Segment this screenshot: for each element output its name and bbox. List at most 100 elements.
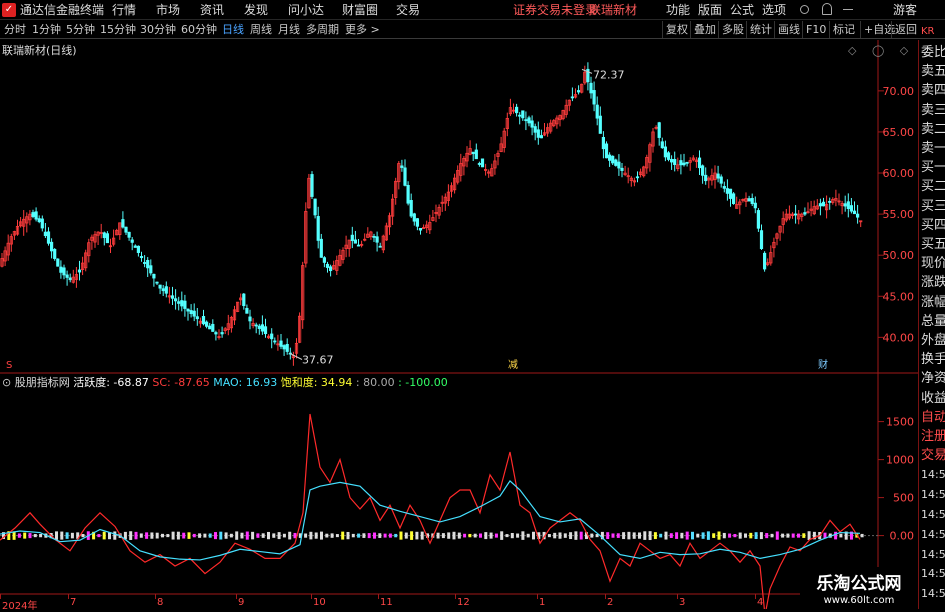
candle-body xyxy=(663,146,668,158)
candle-body xyxy=(158,284,162,289)
side-panel-item[interactable]: 14:56 xyxy=(921,565,945,583)
date-tick xyxy=(155,594,156,599)
bell-icon[interactable] xyxy=(822,3,832,15)
side-panel-item[interactable]: 收益 xyxy=(921,390,945,408)
side-panel-item[interactable]: 委比 xyxy=(921,44,945,62)
period-daily[interactable]: 日线 xyxy=(222,20,244,39)
candle-body xyxy=(208,325,212,330)
indicator-bar xyxy=(807,531,811,540)
adjust-button[interactable]: 复权 xyxy=(662,21,691,38)
side-panel-item[interactable]: 注册 xyxy=(921,428,945,446)
candle-body xyxy=(204,321,209,327)
indicator-collapse-icon[interactable]: ⊙ xyxy=(2,376,11,389)
side-panel-item[interactable]: 总量 xyxy=(921,313,945,331)
candle-body xyxy=(821,201,826,207)
indicator-bar xyxy=(484,532,488,540)
side-panel-item[interactable]: 14:56 xyxy=(921,526,945,544)
menu-formula[interactable]: 公式 xyxy=(730,0,754,20)
side-panel-item[interactable]: 涨幅 xyxy=(921,294,945,312)
indicator-bar xyxy=(129,531,133,540)
indicator-bar xyxy=(203,533,207,538)
watermark-url: www.60lt.com xyxy=(823,595,895,606)
side-panel-item[interactable]: 卖四 xyxy=(921,82,945,100)
menu-news[interactable]: 资讯 xyxy=(200,0,224,20)
side-panel-item[interactable]: 买五 xyxy=(921,236,945,254)
side-panel-item[interactable]: 买二 xyxy=(921,178,945,196)
side-panel-item[interactable]: 换手 xyxy=(921,351,945,369)
period-weekly[interactable]: 周线 xyxy=(250,20,272,39)
guest-label[interactable]: 游客 xyxy=(893,0,917,20)
side-panel-item[interactable]: 外盘 xyxy=(921,332,945,350)
indicator-bar xyxy=(489,532,493,539)
candle-body xyxy=(403,167,407,186)
period-monthly[interactable]: 月线 xyxy=(278,20,300,39)
candle-body xyxy=(177,301,181,304)
side-panel-item[interactable]: 14:56 xyxy=(921,486,945,504)
period-1min[interactable]: 1分钟 xyxy=(32,20,61,39)
menu-market[interactable]: 市场 xyxy=(156,0,180,20)
period-60min[interactable]: 60分钟 xyxy=(181,20,217,39)
side-panel-item[interactable]: 卖三 xyxy=(921,102,945,120)
side-panel-item[interactable]: 卖一 xyxy=(921,140,945,158)
stats-button[interactable]: 统计 xyxy=(746,21,775,38)
side-panel-item[interactable]: 14:56 xyxy=(921,546,945,564)
side-panel-item[interactable]: 买三 xyxy=(921,198,945,216)
menu-ask[interactable]: 问小达 xyxy=(288,0,324,20)
period-30min[interactable]: 30分钟 xyxy=(140,20,176,39)
side-panel-item[interactable]: 买四 xyxy=(921,217,945,235)
side-panel-item[interactable]: 涨跌 xyxy=(921,274,945,292)
candle-body xyxy=(524,119,528,122)
low-label: 37.67 xyxy=(302,353,334,366)
chart-canvas[interactable]: 72.3737.67S 减财70.0065.0060.0055.0050.0045… xyxy=(0,40,918,609)
candle-body xyxy=(480,158,485,168)
side-panel-item[interactable]: 买一 xyxy=(921,159,945,177)
f10-button[interactable]: F10 xyxy=(802,21,829,38)
period-more[interactable]: 更多 > xyxy=(345,20,380,39)
back-button[interactable]: 返回 xyxy=(891,21,920,38)
indicator-bar xyxy=(638,532,641,539)
period-5min[interactable]: 5分钟 xyxy=(66,20,95,39)
candle-body xyxy=(570,96,575,99)
indicator-bar xyxy=(532,531,535,540)
mark-button[interactable]: 标记 xyxy=(829,21,858,38)
menu-wealth[interactable]: 财富圈 xyxy=(342,0,378,20)
indicator-bar xyxy=(261,533,265,538)
period-intraday[interactable]: 分时 xyxy=(4,20,26,39)
side-panel-item[interactable]: 14:56 xyxy=(921,466,945,484)
date-tick-label: 4 xyxy=(757,597,764,608)
draw-button[interactable]: 画线 xyxy=(774,21,803,38)
side-panel-item[interactable]: 现价 xyxy=(921,255,945,273)
menu-layout[interactable]: 版面 xyxy=(698,0,722,20)
app-logo-icon: ✓ xyxy=(2,3,16,17)
candle-body xyxy=(378,245,382,248)
candle-body xyxy=(716,173,720,179)
indicator-bar xyxy=(463,533,467,538)
user-icon[interactable] xyxy=(800,5,809,14)
side-panel-item[interactable]: 卖二 xyxy=(921,121,945,139)
indicator-bar xyxy=(267,531,270,540)
side-panel-item[interactable]: 14:56 xyxy=(921,506,945,524)
period-15min[interactable]: 15分钟 xyxy=(100,20,136,39)
menu-options[interactable]: 选项 xyxy=(762,0,786,20)
candle-body xyxy=(418,227,423,231)
menu-function[interactable]: 功能 xyxy=(666,0,690,20)
menu-quotes[interactable]: 行情 xyxy=(112,0,136,20)
price-tick-label: 45.00 xyxy=(883,290,915,303)
side-panel-item[interactable]: 卖五 xyxy=(921,63,945,81)
sc-line xyxy=(0,413,861,609)
indicator-name[interactable]: 股朋指标网 xyxy=(15,376,70,389)
indicator-bar xyxy=(749,532,753,539)
date-tick-label: 11 xyxy=(380,597,393,608)
indicator-bar xyxy=(860,533,864,538)
login-notice[interactable]: 证券交易未登录 xyxy=(513,0,597,20)
chart-controls[interactable]: ◇ ◯ ◇ xyxy=(848,44,914,57)
side-panel-item[interactable]: 交易 xyxy=(921,447,945,465)
side-panel-item[interactable]: 自动 xyxy=(921,409,945,427)
menu-trade[interactable]: 交易 xyxy=(396,0,420,20)
multi-stock-button[interactable]: 多股 xyxy=(718,21,747,38)
side-panel-item[interactable]: 净资 xyxy=(921,370,945,388)
overlay-button[interactable]: 叠加 xyxy=(690,21,719,38)
period-multi[interactable]: 多周期 xyxy=(306,20,339,39)
menu-discover[interactable]: 发现 xyxy=(244,0,268,20)
side-panel-item[interactable]: 14:56 xyxy=(921,585,945,603)
